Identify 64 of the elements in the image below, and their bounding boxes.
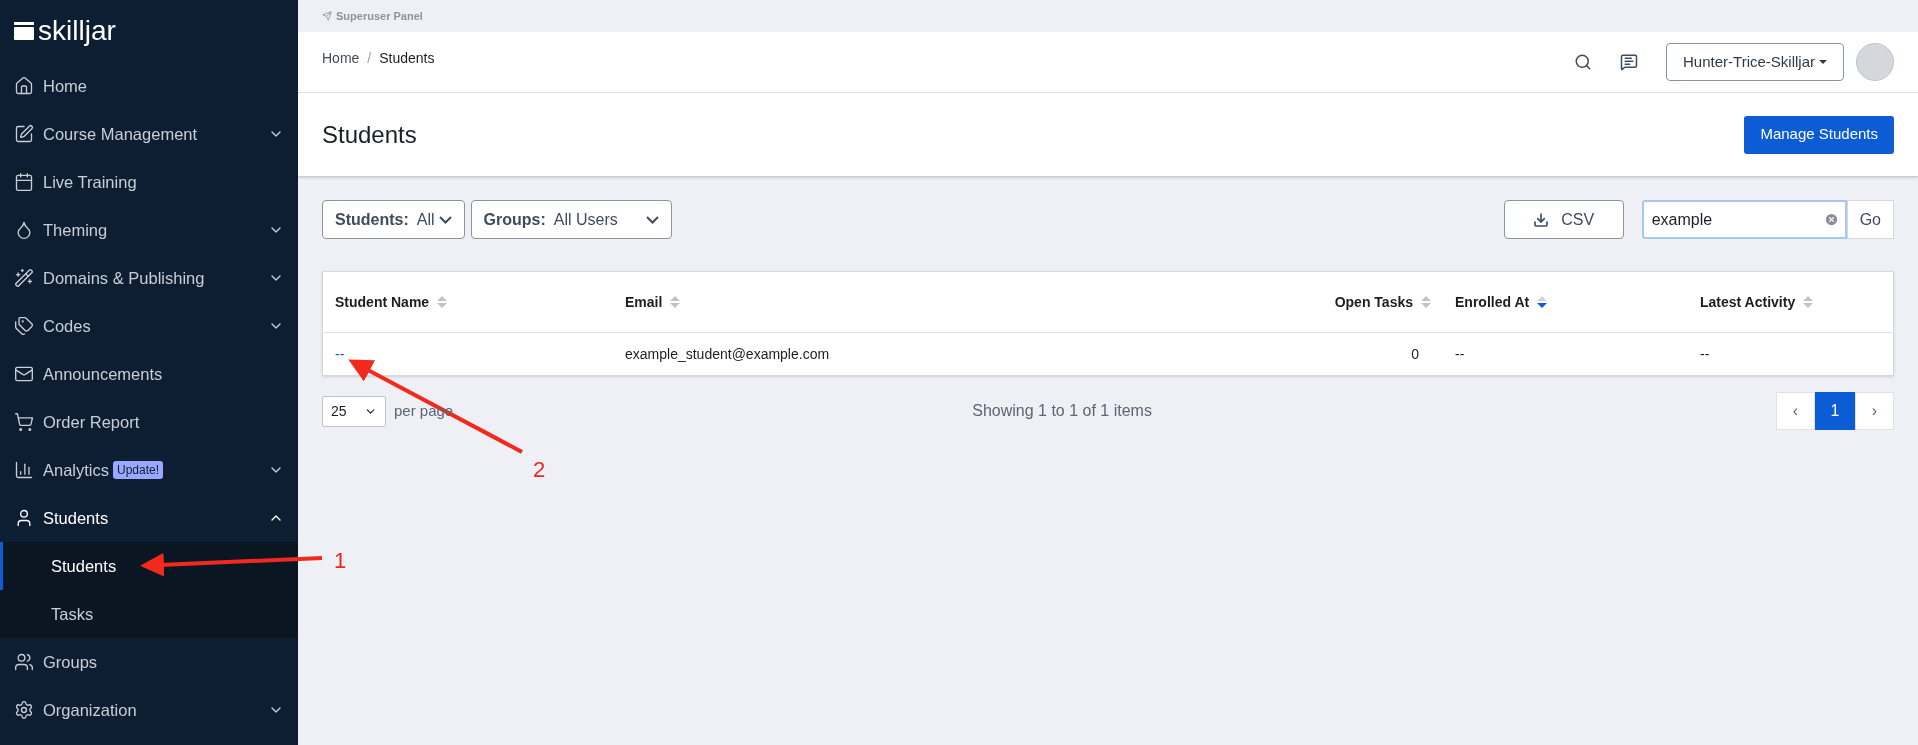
update-badge: Update!: [113, 461, 164, 479]
sidebar-item[interactable]: Announcements: [0, 350, 298, 398]
sidebar-item[interactable]: Analytics Update!: [0, 446, 298, 494]
sort-icon[interactable]: [1537, 296, 1548, 308]
pagination-summary: Showing 1 to 1 of 1 items: [972, 401, 1152, 421]
logo-icon: [14, 22, 34, 40]
table-cell: --: [1700, 345, 1710, 362]
annotation-number: 2: [533, 456, 546, 484]
column-header[interactable]: Email: [613, 291, 1213, 313]
next-page-button[interactable]: ›: [1855, 392, 1894, 430]
table-cell: 0: [1411, 345, 1419, 362]
bar-chart-icon: [14, 460, 34, 480]
home-icon: [14, 76, 34, 96]
sidebar-item[interactable]: Codes: [0, 302, 298, 350]
column-header[interactable]: Student Name: [323, 291, 613, 313]
settings-icon: [14, 700, 34, 720]
logo-text: skilljar: [38, 17, 116, 45]
sidebar-item[interactable]: Domains & Publishing: [0, 254, 298, 302]
sidebar-subitem[interactable]: Students: [0, 542, 298, 590]
sidebar-item[interactable]: Students: [0, 494, 298, 542]
breadcrumb-separator: /: [367, 48, 372, 68]
search-field[interactable]: example: [1641, 200, 1847, 239]
chevron-down-icon: [645, 215, 659, 224]
sidebar-item[interactable]: Groups: [0, 638, 298, 686]
column-header[interactable]: Latest Activity: [1688, 291, 1893, 313]
wand-icon: [14, 268, 34, 288]
pencil-square-icon: [14, 124, 34, 144]
search-icon[interactable]: [1574, 53, 1593, 71]
sidebar-item[interactable]: Live Training: [0, 158, 298, 206]
column-header[interactable]: Enrolled At: [1443, 291, 1688, 313]
per-page-select[interactable]: 25: [322, 395, 386, 427]
cart-icon: [14, 412, 34, 432]
superuser-panel-label: Superuser Panel: [336, 8, 423, 24]
sidebar-item[interactable]: Course Management: [0, 110, 298, 158]
table-cell: example_student@example.com: [625, 345, 830, 362]
sidebar-item[interactable]: Theming: [0, 206, 298, 254]
sidebar-item[interactable]: Home: [0, 62, 298, 110]
table-cell: --: [1455, 345, 1465, 362]
sidebar-subitem[interactable]: Tasks: [0, 590, 298, 638]
csv-button[interactable]: CSV: [1503, 200, 1624, 239]
mail-icon: [14, 364, 34, 384]
sidebar-item[interactable]: Organization: [0, 686, 298, 734]
manage-students-button[interactable]: Manage Students: [1744, 115, 1894, 154]
send-icon: [322, 11, 332, 21]
account-dropdown[interactable]: Hunter-Trice-Skilljar: [1666, 43, 1844, 81]
filter-dropdown[interactable]: Students: All: [322, 200, 465, 239]
calendar-icon: [14, 172, 34, 192]
tags-icon: [14, 316, 34, 336]
breadcrumb-current: Students: [379, 48, 435, 68]
avatar[interactable]: [1856, 43, 1894, 81]
breadcrumb-link[interactable]: Home: [322, 47, 360, 69]
sidebar-item[interactable]: Order Report: [0, 398, 298, 446]
chat-icon[interactable]: [1620, 53, 1639, 71]
download-icon: [1533, 211, 1550, 228]
annotation-number: 1: [334, 547, 347, 575]
go-button[interactable]: Go: [1846, 200, 1894, 239]
page-button[interactable]: 1: [1815, 392, 1855, 430]
student-name-link[interactable]: --: [335, 345, 345, 362]
column-header[interactable]: Open Tasks: [1213, 291, 1443, 313]
filter-dropdown[interactable]: Groups: All Users: [470, 200, 672, 239]
chevron-down-icon: [438, 215, 452, 224]
page-title: Students: [322, 119, 417, 150]
users-icon: [14, 652, 34, 672]
previous-page-button[interactable]: ‹: [1776, 392, 1815, 430]
